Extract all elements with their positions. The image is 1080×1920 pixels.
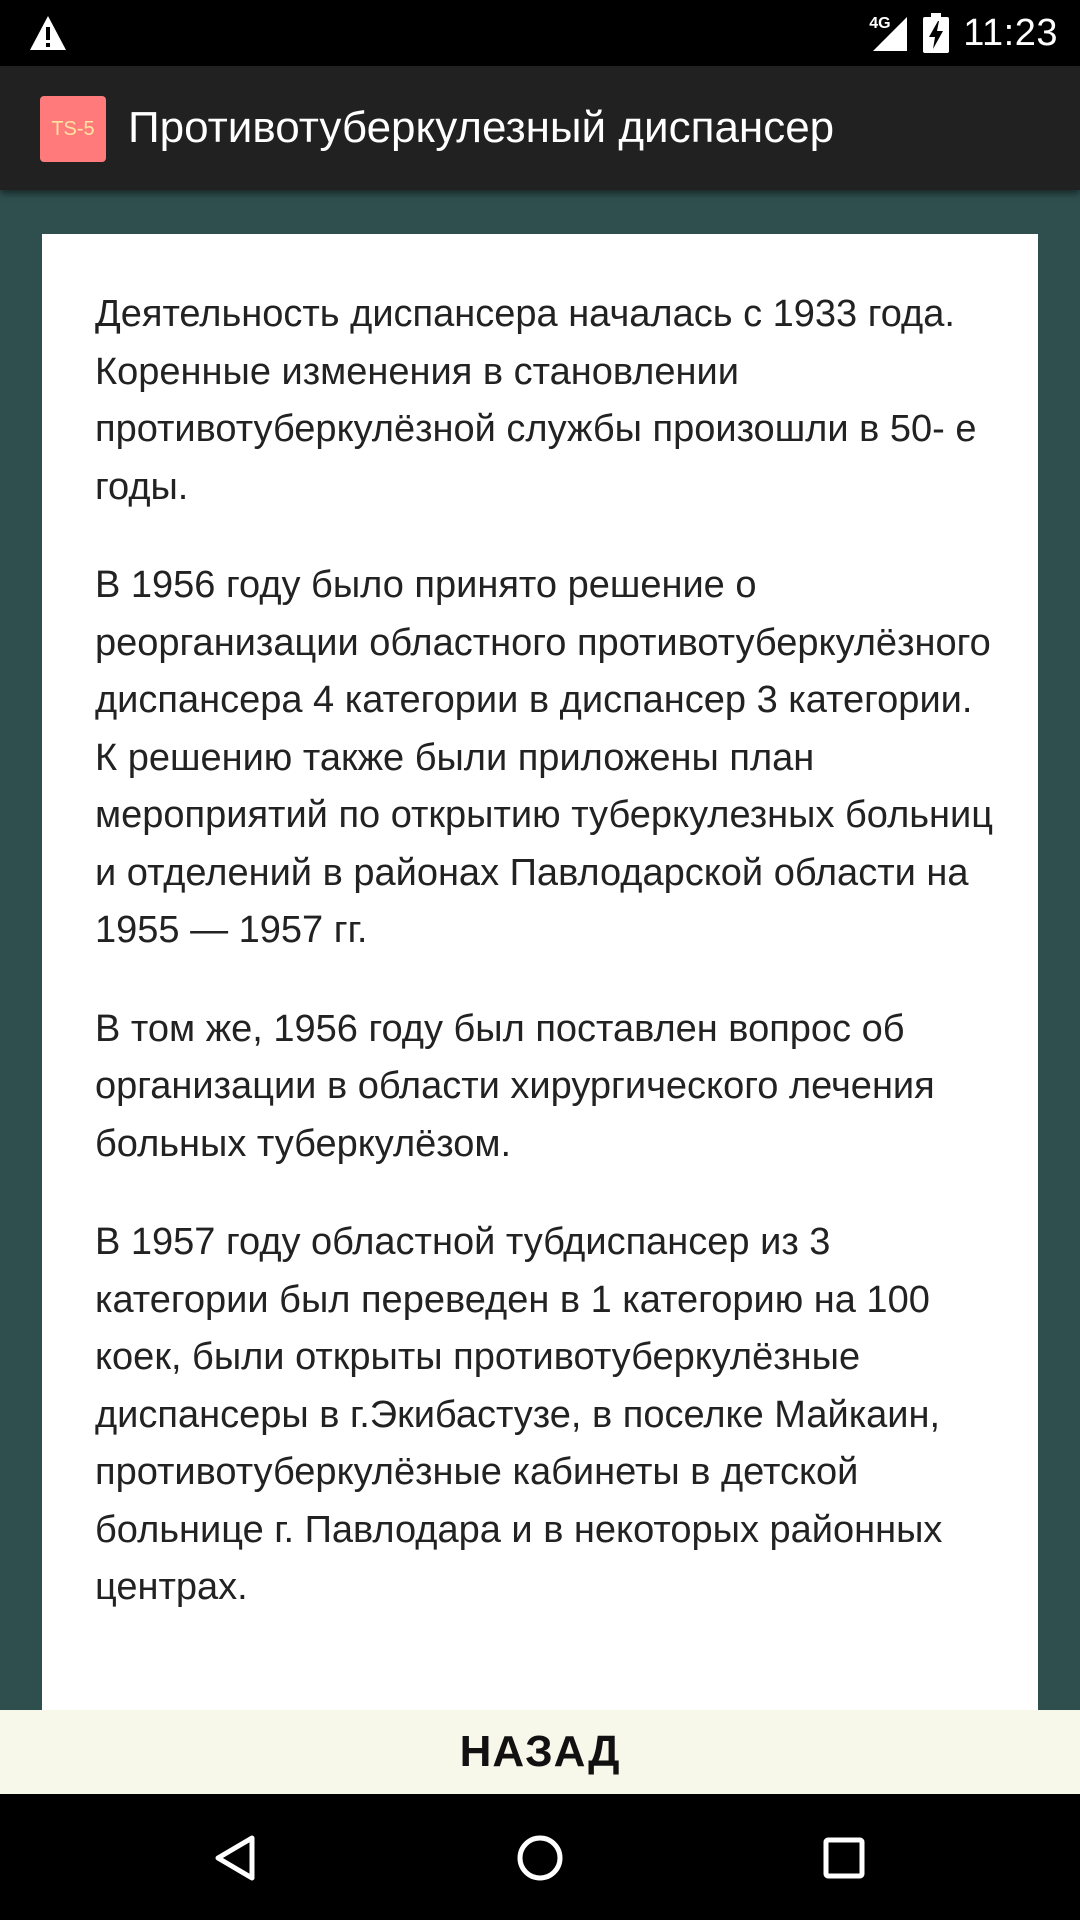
nav-back-button[interactable] (200, 1822, 272, 1894)
nav-home-button[interactable] (504, 1822, 576, 1894)
status-time: 11:23 (963, 11, 1058, 54)
nav-recent-icon (823, 1837, 865, 1879)
status-bar: 4G 11:23 (0, 0, 1080, 66)
screen: 4G 11:23 TS-5 Противотуберкулезный диспа… (0, 0, 1080, 1920)
cell-signal-icon: 4G (869, 13, 909, 53)
nav-home-icon (517, 1835, 563, 1881)
content-text: Деятельность диспансера началась с 1933 … (95, 286, 995, 1658)
action-bar: TS-5 Противотуберкулезный диспансер (0, 66, 1080, 190)
navigation-bar (0, 1794, 1080, 1920)
back-button[interactable]: НАЗАД (0, 1710, 1080, 1794)
back-button-label: НАЗАД (459, 1727, 621, 1776)
app-title: Противотуберкулезный диспансер (128, 103, 835, 152)
app-icon-label: TS-5 (51, 117, 95, 140)
battery-charging-icon (923, 13, 950, 53)
nav-recent-button[interactable] (808, 1822, 880, 1894)
paragraph: В 1957 году областной тубдиспансер из 3 … (95, 1221, 943, 1608)
paragraph: Деятельность диспансера началась с 1933 … (95, 293, 977, 508)
paragraph: В 1956 году было принято решение о реорг… (95, 564, 994, 951)
nav-back-icon (215, 1835, 255, 1881)
content-card[interactable]: Деятельность диспансера началась с 1933 … (42, 234, 1038, 1710)
warning-icon (30, 16, 66, 50)
network-type: 4G (869, 15, 891, 32)
app-icon: TS-5 (40, 96, 106, 162)
status-icons: 4G 11:23 (869, 0, 1058, 66)
paragraph: В том же, 1956 году был поставлен вопрос… (95, 1007, 935, 1165)
